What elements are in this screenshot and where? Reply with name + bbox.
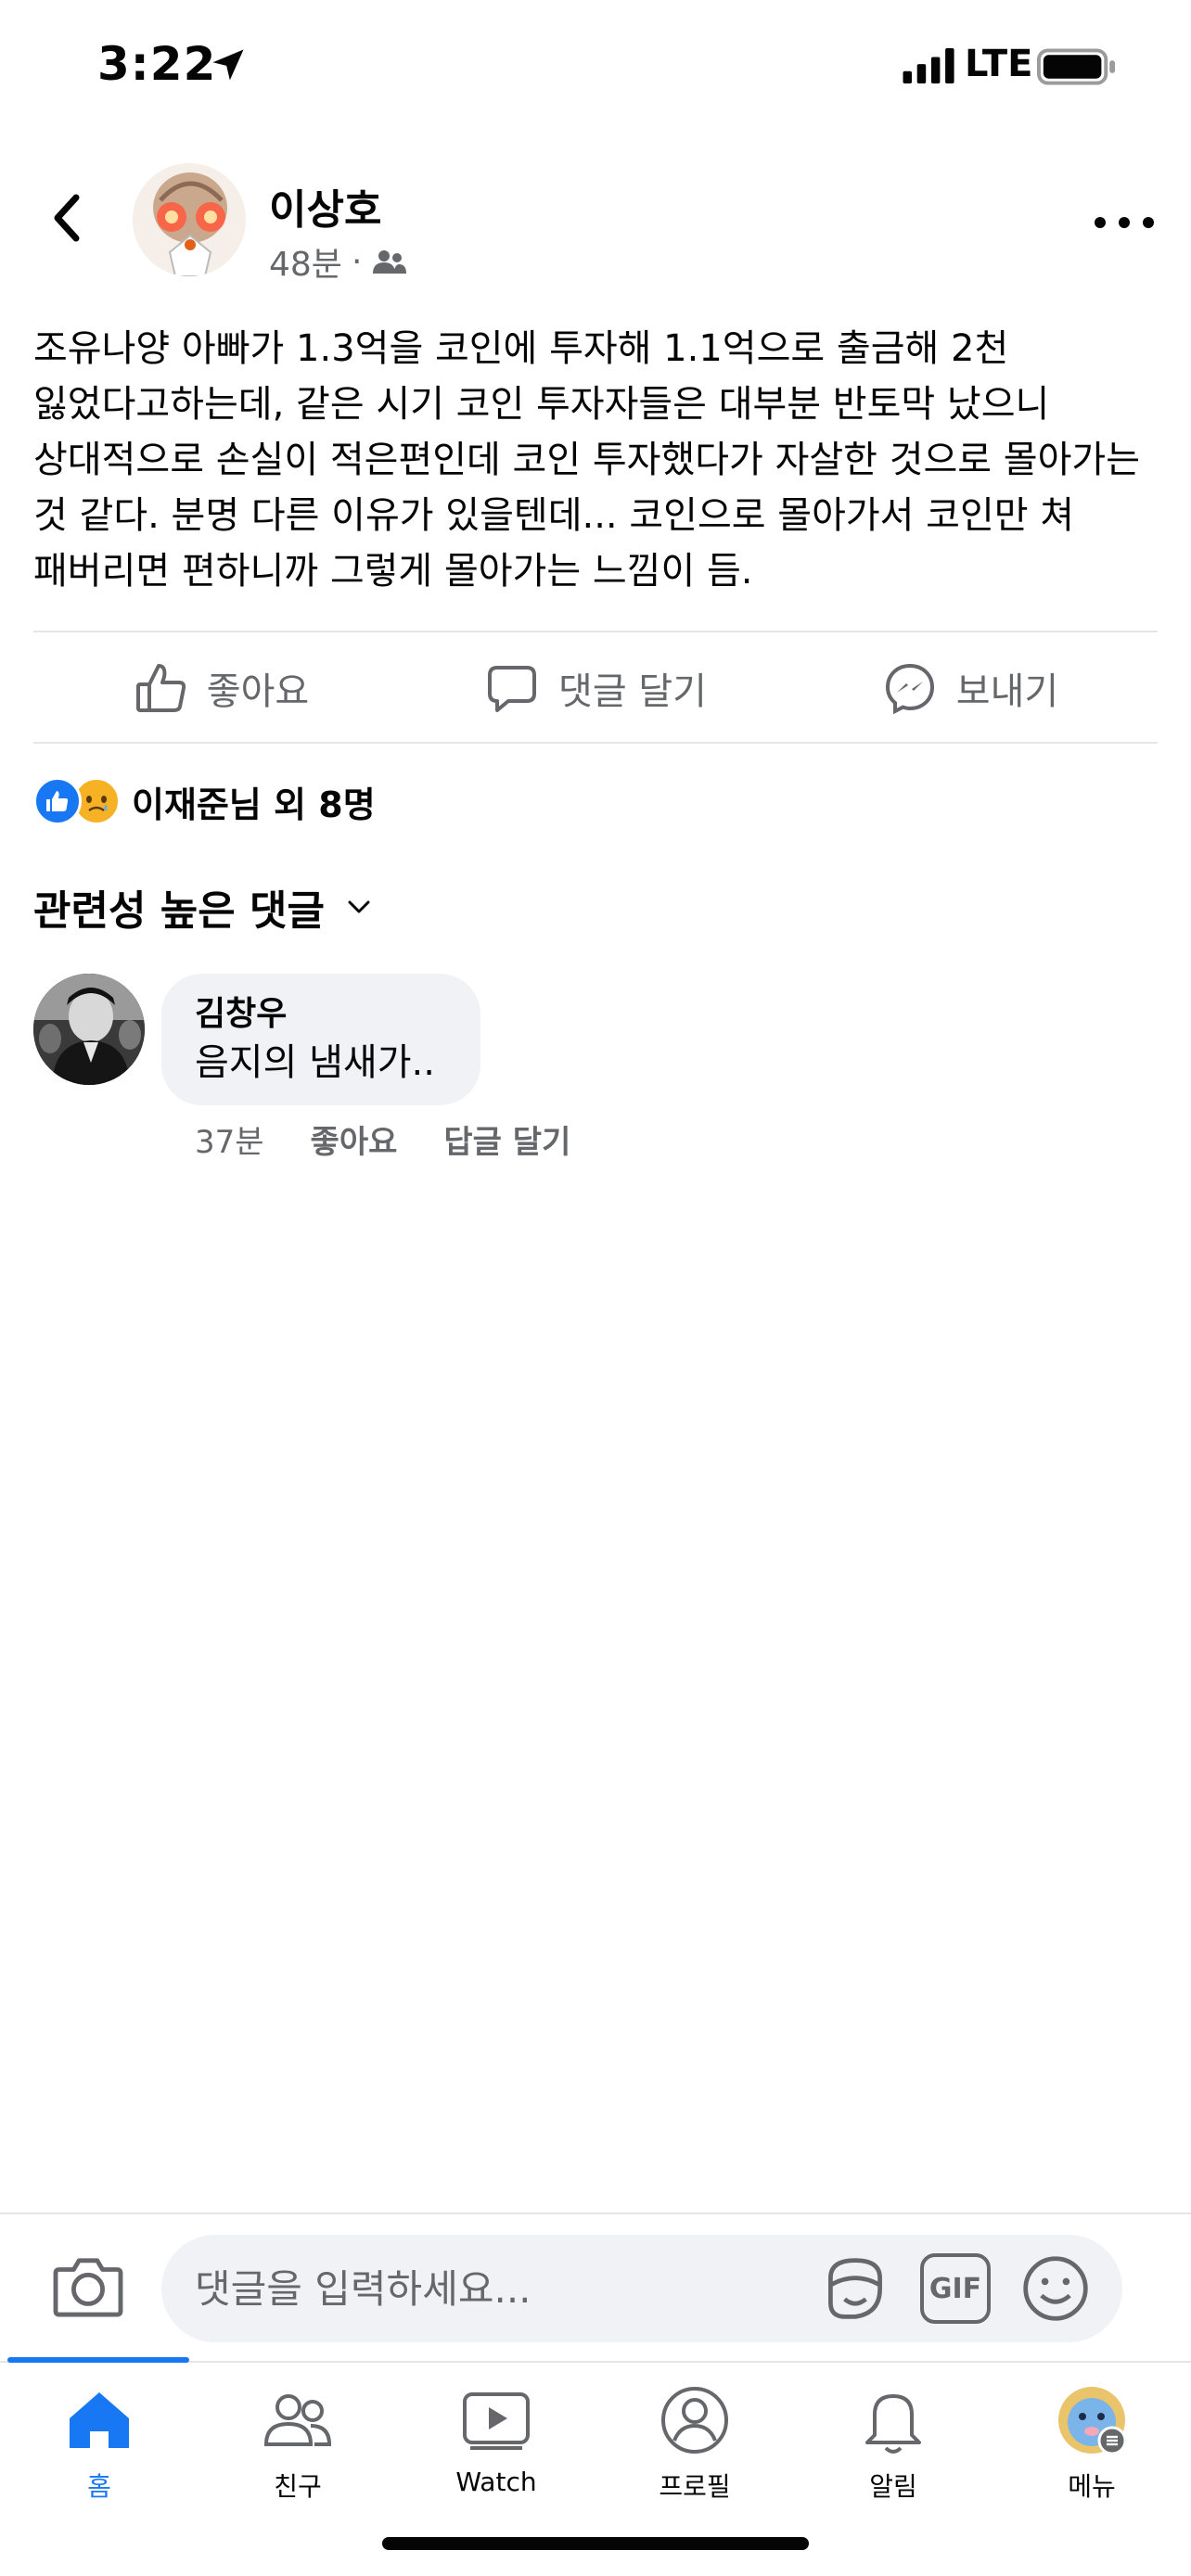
chevron-left-icon (54, 194, 80, 242)
meta-separator: · (351, 242, 363, 281)
tab-label: 프로필 (659, 2471, 731, 2502)
chevron-down-icon (348, 900, 370, 913)
more-dot-icon (1119, 217, 1130, 228)
avatar-image (133, 163, 246, 276)
comment-bubble[interactable]: 김창우 음지의 냄새가.. (161, 974, 480, 1105)
location-arrow-icon (212, 49, 244, 81)
comment-meta: 37분 좋아요 답글 달기 (195, 1116, 570, 1162)
tab-label: 홈 (87, 2471, 111, 2502)
tab-label: 알림 (869, 2471, 917, 2502)
tab-profile[interactable]: 프로필 (596, 2383, 794, 2522)
comment-sort-dropdown[interactable]: 관련성 높은 댓글 (33, 877, 373, 937)
reactions-summary[interactable]: 이재준님 외 8명 (33, 773, 376, 829)
post-time[interactable]: 48분 (269, 237, 342, 286)
post-body: 조유나양 아빠가 1.3억을 코인에 투자해 1.1억으로 출금해 2천 잃었다… (33, 327, 1141, 593)
status-bar: 3:22 LTE (0, 0, 1191, 130)
battery-icon (1037, 48, 1116, 85)
reactions-text: 이재준님 외 8명 (132, 784, 376, 825)
profile-icon (661, 2387, 728, 2454)
tab-label: 친구 (274, 2471, 322, 2502)
status-time: 3:22 (97, 37, 217, 91)
tab-label: 메뉴 (1068, 2471, 1116, 2502)
comment-author[interactable]: 김창우 (195, 992, 447, 1037)
send-label: 보내기 (955, 670, 1059, 713)
signal-icon (903, 48, 954, 83)
menu-avatar-icon (1058, 2387, 1127, 2455)
more-dot-icon (1095, 217, 1106, 228)
divider (33, 631, 1158, 632)
sort-label: 관련성 높은 댓글 (33, 887, 325, 935)
avatar-image (33, 974, 145, 1085)
commenter-avatar[interactable] (33, 974, 145, 1085)
more-dot-icon (1143, 217, 1154, 228)
bell-icon (865, 2394, 921, 2454)
back-button[interactable] (37, 185, 96, 250)
active-tab-indicator (7, 2357, 189, 2363)
tab-menu[interactable]: 메뉴 (992, 2383, 1191, 2522)
home-indicator[interactable] (382, 2537, 809, 2550)
comment-composer: GIF (0, 2213, 1191, 2361)
messenger-icon (885, 663, 934, 715)
camera-icon[interactable] (52, 2253, 124, 2318)
avatar-sticker-icon[interactable] (820, 2253, 890, 2324)
author-avatar[interactable] (133, 163, 246, 276)
like-button[interactable]: 좋아요 (33, 660, 408, 716)
network-label: LTE (965, 43, 1033, 85)
comment-icon (488, 666, 537, 712)
comment-button[interactable]: 댓글 달기 (408, 660, 783, 716)
friends-audience-icon (373, 250, 407, 274)
comment-label: 댓글 달기 (558, 670, 707, 713)
thumbs-up-icon (135, 664, 186, 712)
comment-text: 음지의 냄새가.. (195, 1041, 435, 1084)
like-label: 좋아요 (206, 670, 310, 713)
tab-home[interactable]: 홈 (0, 2383, 198, 2522)
tab-watch[interactable]: Watch (397, 2383, 596, 2522)
comment-reply-link[interactable]: 답글 달기 (443, 1116, 570, 1162)
like-reaction-icon (33, 777, 82, 825)
tab-friends[interactable]: 친구 (198, 2383, 397, 2522)
post-actions: 좋아요 댓글 달기 보내기 (33, 634, 1158, 742)
post-meta: 48분 · (269, 237, 408, 286)
comment-time: 37분 (195, 1124, 264, 1161)
friends-icon (263, 2394, 332, 2446)
home-icon (70, 2392, 129, 2448)
tab-label: Watch (455, 2467, 537, 2497)
send-button[interactable]: 보내기 (783, 660, 1158, 716)
more-options-button[interactable] (1095, 204, 1154, 241)
tab-notifications[interactable]: 알림 (794, 2383, 992, 2522)
divider (33, 742, 1158, 744)
gif-button[interactable]: GIF (920, 2253, 991, 2324)
author-name[interactable]: 이상호 (269, 176, 381, 236)
comment-like-link[interactable]: 좋아요 (311, 1116, 398, 1162)
watch-icon (463, 2392, 530, 2450)
emoji-icon[interactable] (1020, 2253, 1091, 2324)
